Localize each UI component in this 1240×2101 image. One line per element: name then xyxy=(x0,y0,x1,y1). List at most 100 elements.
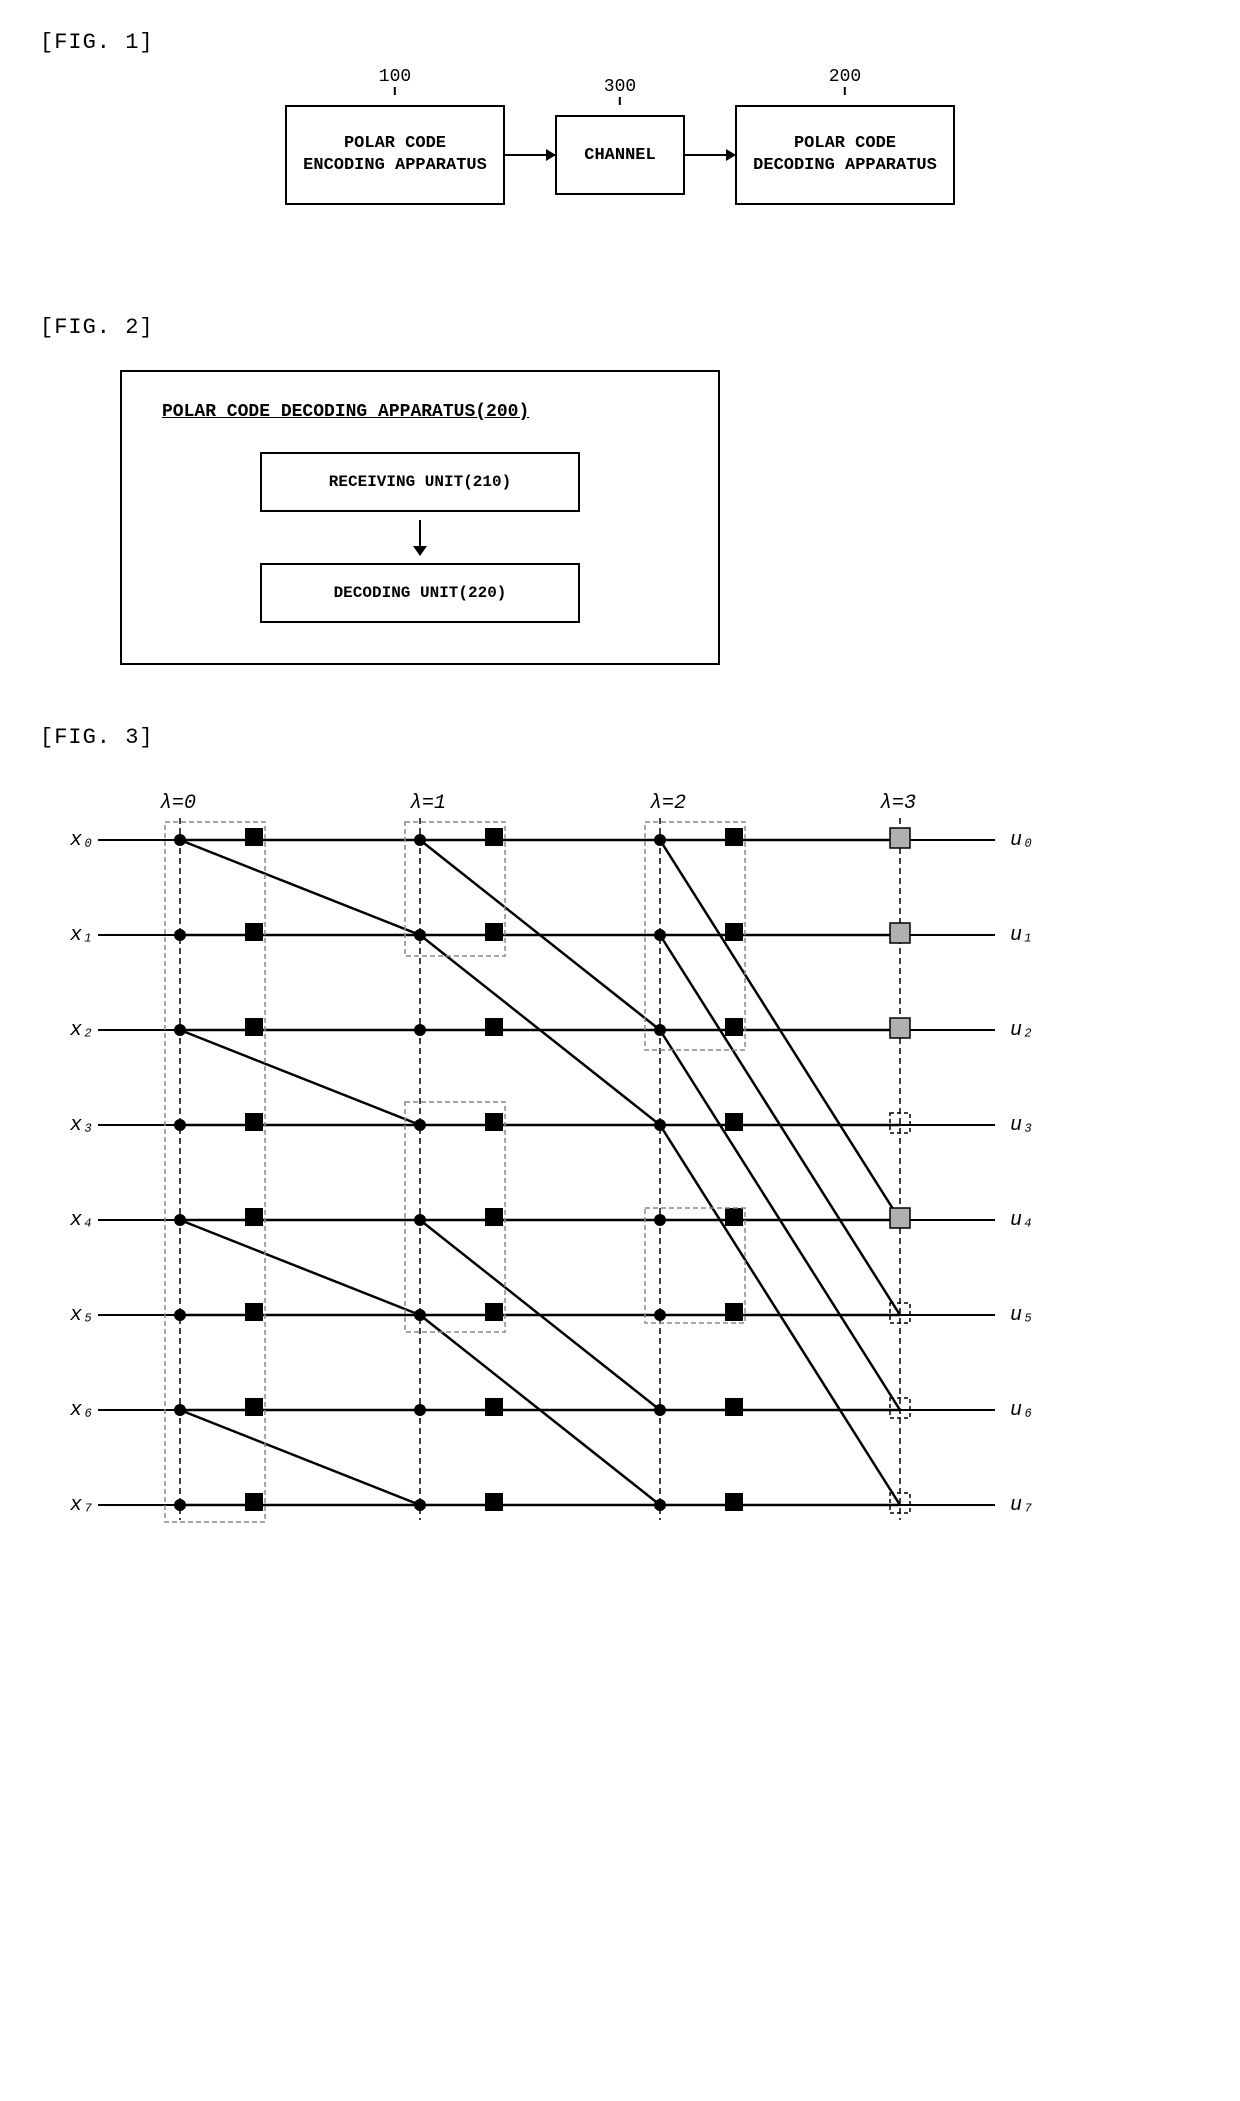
node-c0-r3 xyxy=(174,1119,186,1131)
x6-label: x₆ xyxy=(69,1399,94,1422)
node-c2-r1 xyxy=(654,929,666,941)
node-s1-r4 xyxy=(485,1208,503,1226)
node-s2-r4 xyxy=(725,1208,743,1226)
encoder-text: POLAR CODEENCODING APPARATUS xyxy=(303,133,487,177)
node-s1-r2 xyxy=(485,1018,503,1036)
node-u0-shaded xyxy=(890,828,910,848)
x1-label: x₁ xyxy=(69,924,94,947)
x4-label: x₄ xyxy=(69,1209,94,1232)
decoder-block: POLAR CODEDECODING APPARATUS xyxy=(735,105,955,205)
node-s1-r6 xyxy=(485,1398,503,1416)
x5-label: x₅ xyxy=(69,1304,94,1327)
node-s2-r1 xyxy=(725,923,743,941)
node-s1-r1 xyxy=(485,923,503,941)
u7-label: u₇ xyxy=(1010,1494,1034,1517)
u4-label: u₄ xyxy=(1010,1209,1034,1232)
node-c1-r6 xyxy=(414,1404,426,1416)
encoder-id-label: 100 xyxy=(379,67,411,87)
lambda0-label: λ=0 xyxy=(160,792,196,815)
node-s0-r1 xyxy=(245,923,263,941)
decoder-text: POLAR CODEDECODING APPARATUS xyxy=(753,133,937,177)
lambda3-label: λ=3 xyxy=(880,792,916,815)
fig3-diagram: λ=0 λ=1 λ=2 λ=3 x₀ x₁ x₂ x₃ x₄ x₅ x₆ x₇ … xyxy=(50,780,1190,1600)
node-u2-shaded xyxy=(890,1018,910,1038)
node-s1-r5 xyxy=(485,1303,503,1321)
node-c2-r7 xyxy=(654,1499,666,1511)
u5-label: u₅ xyxy=(1010,1304,1034,1327)
u1-label: u₁ xyxy=(1010,924,1034,947)
node-s0-r6 xyxy=(245,1398,263,1416)
fig1-section: [FIG. 1] 100 POLAR CODEENCODING APPARATU… xyxy=(40,30,1200,245)
node-c1-r0 xyxy=(414,834,426,846)
node-s2-r5 xyxy=(725,1303,743,1321)
b3-d0 xyxy=(180,1410,420,1505)
x0-label: x₀ xyxy=(69,829,94,852)
node-s0-r5 xyxy=(245,1303,263,1321)
u2-label: u₂ xyxy=(1010,1019,1034,1042)
node-s2-r0 xyxy=(725,828,743,846)
node-s2-r7 xyxy=(725,1493,743,1511)
u6-label: u₆ xyxy=(1010,1399,1034,1422)
fig2-arrow xyxy=(419,520,421,555)
node-u1-shaded xyxy=(890,923,910,943)
node-c0-r4 xyxy=(174,1214,186,1226)
node-s2-r2 xyxy=(725,1018,743,1036)
channel-text: CHANNEL xyxy=(584,146,655,165)
node-c1-r2 xyxy=(414,1024,426,1036)
decoding-unit-box: DECODING UNIT(220) xyxy=(260,563,580,623)
x2-label: x₂ xyxy=(69,1019,94,1042)
node-c2-r3 xyxy=(654,1119,666,1131)
node-s1-r3 xyxy=(485,1113,503,1131)
node-s1-r0 xyxy=(485,828,503,846)
fig3-section: [FIG. 3] λ=0 λ=1 λ=2 λ=3 x₀ x₁ x₂ x₃ x₄ … xyxy=(40,725,1200,1600)
fig1-label: [FIG. 1] xyxy=(40,30,1200,55)
node-c1-r5 xyxy=(414,1309,426,1321)
fig2-section: [FIG. 2] POLAR CODE DECODING APPARATUS(2… xyxy=(40,315,1200,665)
node-c2-r4 xyxy=(654,1214,666,1226)
connector-1 xyxy=(505,154,555,156)
node-c0-r7 xyxy=(174,1499,186,1511)
decoder-id-label: 200 xyxy=(829,67,861,87)
b0-d0 xyxy=(180,840,420,935)
fig2-label: [FIG. 2] xyxy=(40,315,1200,340)
node-s0-r2 xyxy=(245,1018,263,1036)
channel-block: CHANNEL xyxy=(555,115,685,195)
node-c0-r2 xyxy=(174,1024,186,1036)
u0-label: u₀ xyxy=(1010,829,1034,852)
node-c1-r4 xyxy=(414,1214,426,1226)
page-container: [FIG. 1] 100 POLAR CODEENCODING APPARATU… xyxy=(0,0,1240,2101)
fig2-outer-box: POLAR CODE DECODING APPARATUS(200) RECEI… xyxy=(120,370,720,665)
node-c2-r5 xyxy=(654,1309,666,1321)
b1-d0 xyxy=(180,1030,420,1125)
channel-id-label: 300 xyxy=(604,77,636,97)
node-c2-r6 xyxy=(654,1404,666,1416)
node-s0-r0 xyxy=(245,828,263,846)
node-u4-shaded xyxy=(890,1208,910,1228)
fig2-title: POLAR CODE DECODING APPARATUS(200) xyxy=(162,402,678,422)
node-c1-r7 xyxy=(414,1499,426,1511)
node-c1-r1 xyxy=(414,929,426,941)
u3-label: u₃ xyxy=(1010,1114,1034,1137)
node-c0-r0 xyxy=(174,834,186,846)
b2-d0 xyxy=(180,1220,420,1315)
node-c2-r0 xyxy=(654,834,666,846)
fig1-diagram: 100 POLAR CODEENCODING APPARATUS 300 CHA… xyxy=(40,85,1200,245)
encoder-block: POLAR CODEENCODING APPARATUS xyxy=(285,105,505,205)
node-c0-r5 xyxy=(174,1309,186,1321)
connector-2 xyxy=(685,154,735,156)
node-s2-r6 xyxy=(725,1398,743,1416)
x7-label: x₇ xyxy=(69,1494,94,1517)
fig3-label: [FIG. 3] xyxy=(40,725,1200,750)
node-c0-r1 xyxy=(174,929,186,941)
lambda1-label: λ=1 xyxy=(410,792,446,815)
node-c0-r6 xyxy=(174,1404,186,1416)
receiving-unit-box: RECEIVING UNIT(210) xyxy=(260,452,580,512)
node-s2-r3 xyxy=(725,1113,743,1131)
lambda2-label: λ=2 xyxy=(650,792,686,815)
node-s0-r4 xyxy=(245,1208,263,1226)
node-s0-r7 xyxy=(245,1493,263,1511)
node-c1-r3 xyxy=(414,1119,426,1131)
node-s1-r7 xyxy=(485,1493,503,1511)
node-c2-r2 xyxy=(654,1024,666,1036)
x3-label: x₃ xyxy=(69,1114,94,1137)
